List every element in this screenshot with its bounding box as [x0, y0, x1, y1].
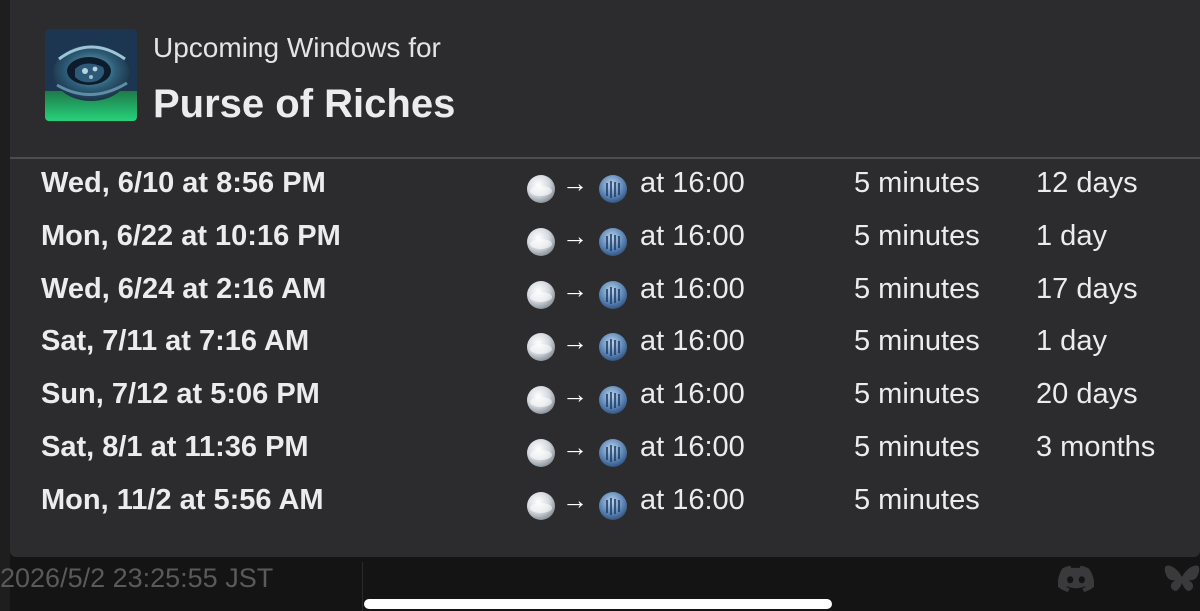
butterfly-icon[interactable] — [1164, 563, 1200, 597]
window-row: Sat, 8/1 at 11:36 PM → at 16:00 5 minutes 3 … — [10, 421, 1200, 474]
rain-icon — [598, 380, 628, 415]
window-row: Sat, 7/11 at 7:16 AM → at 16:00 5 minutes 1 … — [10, 315, 1200, 368]
window-row: Wed, 6/24 at 2:16 AM → at 16:00 5 minutes 17… — [10, 263, 1200, 316]
rain-icon — [598, 222, 628, 256]
window-duration: 5 minutes — [854, 378, 980, 411]
weather-transition: → — [526, 368, 636, 421]
weather-transition: → — [526, 210, 636, 263]
weather-transition: → — [526, 421, 636, 474]
window-duration: 5 minutes — [854, 325, 980, 358]
window-row: Sun, 7/12 at 5:06 PM → at 16:00 5 minutes 20… — [10, 368, 1200, 421]
item-title: Purse of Riches — [153, 82, 456, 126]
rain-icon — [598, 486, 628, 520]
window-date: Sat, 8/1 at 11:36 PM — [41, 430, 309, 463]
background-strip — [0, 0, 10, 611]
window-time: at 16:00 — [640, 483, 745, 516]
arrow-right-icon: → — [562, 484, 588, 515]
window-time: at 16:00 — [640, 430, 745, 463]
header-subtitle: Upcoming Windows for — [153, 32, 441, 63]
bottom-divider — [362, 562, 363, 611]
windows-table: Wed, 6/10 at 8:56 PM → at 16:00 5 minutes 12… — [10, 157, 1200, 527]
window-date: Wed, 6/24 at 2:16 AM — [41, 272, 327, 305]
fair-skies-icon — [526, 169, 556, 203]
window-duration: 5 minutes — [854, 483, 980, 516]
time-until-next: 3 months — [1036, 430, 1156, 463]
arrow-right-icon: → — [562, 220, 588, 251]
window-row: Mon, 11/2 at 5:56 AM → at 16:00 5 minutes — [10, 474, 1200, 527]
weather-transition: → — [526, 474, 636, 527]
window-row: Wed, 6/10 at 8:56 PM → at 16:00 5 minutes 12… — [10, 157, 1200, 210]
window-time: at 16:00 — [640, 272, 745, 305]
upcoming-windows-card: Upcoming Windows for Purse of Riches Wed… — [10, 0, 1200, 557]
window-date: Sun, 7/12 at 5:06 PM — [41, 378, 320, 411]
time-until-next: 1 day — [1036, 219, 1107, 252]
weather-transition: → — [526, 263, 636, 316]
window-time: at 16:00 — [640, 378, 745, 411]
window-duration: 5 minutes — [854, 272, 980, 305]
window-date: Sat, 7/11 at 7:16 AM — [41, 325, 310, 358]
rain-icon — [598, 169, 628, 203]
window-duration: 5 minutes — [854, 219, 980, 252]
window-date: Mon, 11/2 at 5:56 AM — [41, 483, 324, 516]
time-until-next: 1 day — [1036, 325, 1107, 358]
window-time: at 16:00 — [640, 219, 745, 252]
time-until-next: 20 days — [1036, 378, 1138, 411]
weather-transition: → — [526, 157, 636, 210]
window-duration: 5 minutes — [854, 167, 980, 199]
time-until-next: 12 days — [1036, 167, 1138, 199]
fair-skies-icon — [526, 327, 556, 362]
home-indicator[interactable] — [364, 599, 832, 609]
time-until-next: 17 days — [1036, 272, 1138, 305]
arrow-right-icon: → — [562, 168, 588, 198]
card-header: Upcoming Windows for Purse of Riches — [10, 0, 1200, 158]
arrow-right-icon: → — [562, 326, 588, 357]
fair-skies-icon — [526, 275, 556, 309]
rain-icon — [598, 327, 628, 362]
window-row: Mon, 6/22 at 10:16 PM → at 16:00 5 minutes 1… — [10, 210, 1200, 263]
fair-skies-icon — [526, 486, 556, 520]
window-time: at 16:00 — [640, 325, 745, 358]
purse-of-riches-item-icon — [45, 29, 137, 121]
arrow-right-icon: → — [562, 273, 588, 304]
rain-icon — [598, 433, 628, 467]
message-timestamp: 2026/5/2 23:25:55 JST — [0, 563, 274, 593]
window-date: Mon, 6/22 at 10:16 PM — [41, 219, 341, 252]
arrow-right-icon: → — [562, 379, 588, 410]
window-time: at 16:00 — [640, 167, 745, 199]
fair-skies-icon — [526, 380, 556, 415]
window-date: Wed, 6/10 at 8:56 PM — [41, 167, 326, 199]
rain-icon — [598, 275, 628, 309]
window-duration: 5 minutes — [854, 430, 980, 463]
weather-transition: → — [526, 315, 636, 368]
discord-icon[interactable] — [1057, 565, 1095, 595]
fair-skies-icon — [526, 433, 556, 467]
arrow-right-icon: → — [562, 431, 588, 462]
fair-skies-icon — [526, 222, 556, 256]
